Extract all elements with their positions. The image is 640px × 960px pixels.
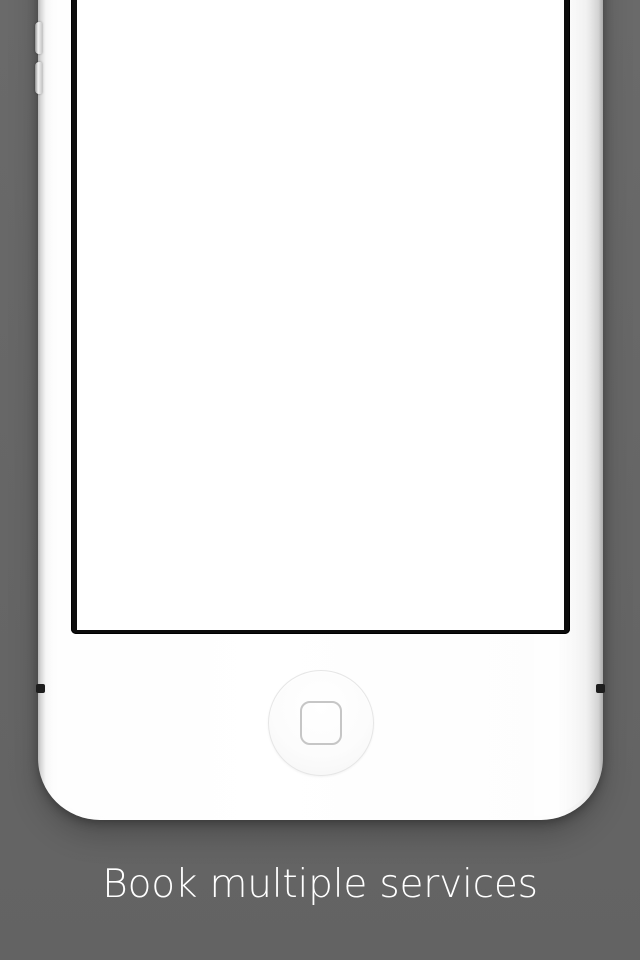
promo-caption: Book multiple services xyxy=(102,862,538,907)
home-button[interactable] xyxy=(267,670,374,776)
volume-down-button[interactable] xyxy=(35,62,42,94)
volume-up-button[interactable] xyxy=(35,22,42,54)
phone-screen: Back Remember, exfoliating before your a… xyxy=(77,0,564,630)
antenna-break-right xyxy=(596,684,605,693)
screen-bezel: Back Remember, exfoliating before your a… xyxy=(71,0,570,634)
antenna-break-left xyxy=(36,684,45,693)
phone-mockup: Back Remember, exfoliating before your a… xyxy=(35,0,605,820)
promo-screenshot: Back Remember, exfoliating before your a… xyxy=(0,0,640,960)
home-button-square-icon xyxy=(299,701,342,745)
